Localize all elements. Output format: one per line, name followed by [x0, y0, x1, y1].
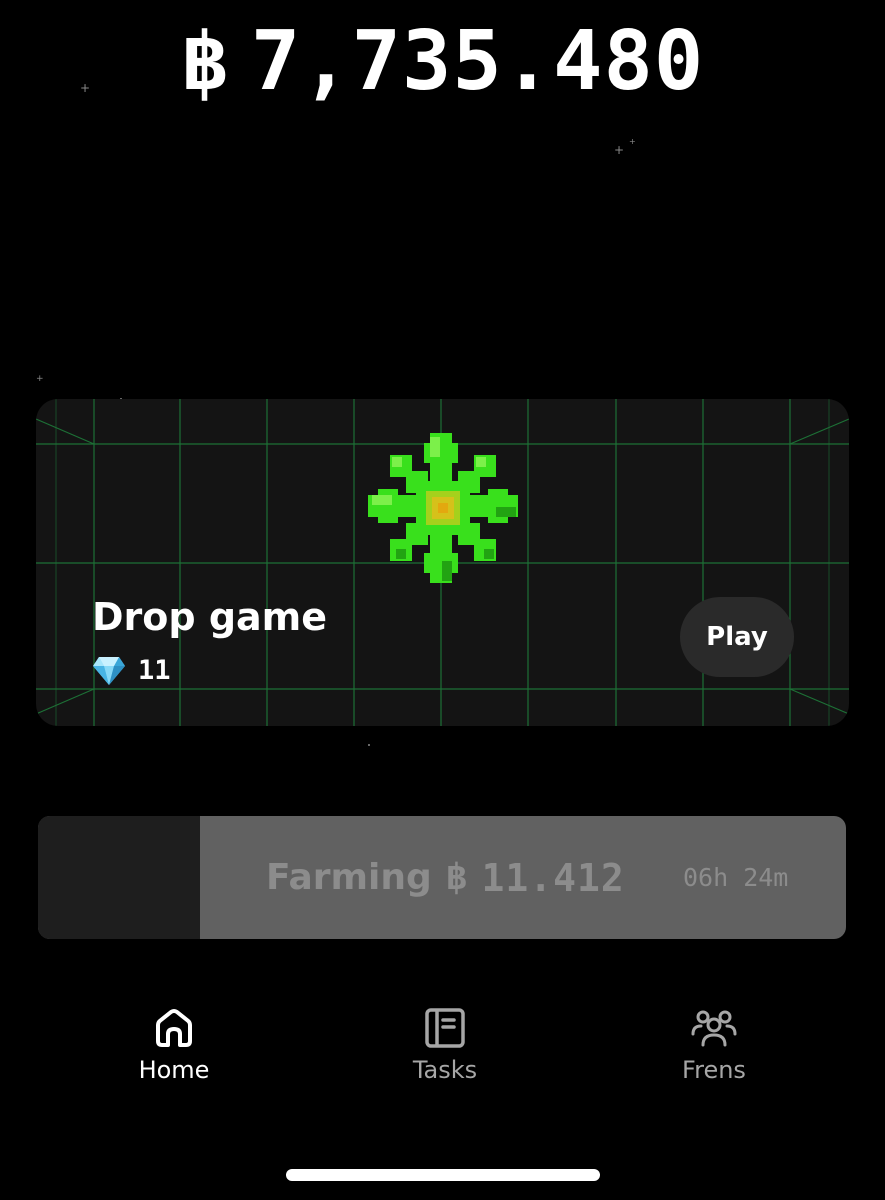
balance-amount: 7,735.480	[250, 14, 705, 109]
green-pixel-star-icon	[368, 433, 518, 583]
coin-symbol: ฿	[180, 15, 229, 108]
nav-tasks[interactable]: Tasks	[345, 1008, 545, 1098]
farming-label: Farming ฿ 11.412	[266, 816, 625, 939]
tasks-icon	[425, 1008, 465, 1048]
sparkle-icon: +	[629, 137, 636, 146]
nav-home[interactable]: Home	[74, 1008, 274, 1098]
drop-game-card[interactable]: Drop game 11 Play	[36, 399, 849, 726]
gem-balance: 11	[92, 655, 171, 686]
sparkle-icon: +	[36, 374, 44, 384]
balance-display: ฿ 7,735.480	[0, 12, 885, 112]
farming-word: Farming	[266, 857, 432, 898]
nav-label-tasks: Tasks	[412, 1056, 478, 1084]
nav-label-frens: Frens	[682, 1056, 746, 1084]
coin-symbol: ฿	[445, 857, 468, 898]
sparkle-dot	[368, 744, 370, 746]
nav-label-home: Home	[138, 1056, 210, 1084]
play-button[interactable]: Play	[680, 597, 794, 677]
gem-count: 11	[138, 655, 171, 686]
farming-time-left: 06h 24m	[683, 863, 789, 892]
farming-amount: 11.412	[481, 855, 625, 900]
nav-frens[interactable]: Frens	[614, 1008, 814, 1098]
home-icon	[156, 1009, 192, 1047]
sparkle-icon: +	[80, 81, 91, 95]
frens-icon	[691, 1010, 737, 1047]
farming-button[interactable]: Farming ฿ 11.412 06h 24m	[38, 816, 846, 939]
sparkle-icon: +	[614, 143, 625, 157]
farming-progress-track	[38, 816, 200, 939]
game-title: Drop game	[92, 595, 328, 639]
diamond-icon	[93, 656, 125, 685]
home-indicator	[286, 1169, 600, 1181]
